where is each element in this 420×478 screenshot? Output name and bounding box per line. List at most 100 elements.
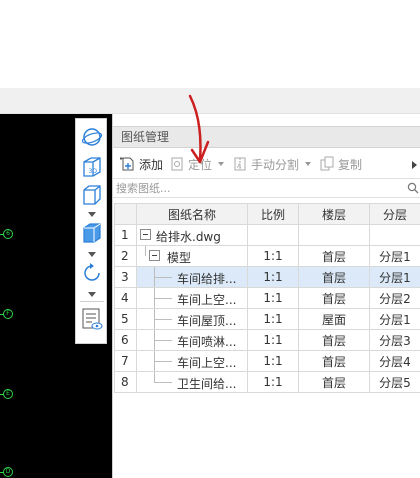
scale-cell: 1:1 [247, 287, 299, 309]
tree-line [154, 319, 172, 320]
table-row-selected[interactable]: 3 车间给排... 1:1 首层 分层1 [114, 266, 420, 288]
search-input[interactable] [116, 180, 401, 196]
column-header-index [114, 203, 137, 225]
axis-marker: D [3, 467, 13, 477]
cube-3d-icon: 3D [83, 157, 101, 177]
table-row[interactable]: 5 车间屋顶... 1:1 屋面 分层1 [114, 308, 420, 330]
scale-cell: 1:1 [247, 329, 299, 351]
column-header-scale[interactable]: 比例 [247, 203, 299, 225]
split-icon: A [234, 157, 246, 171]
tree-line [154, 361, 172, 362]
scale-cell: 1:1 [247, 245, 299, 267]
chevron-right-icon [412, 161, 417, 169]
copy-button[interactable]: 复制 [317, 154, 364, 174]
tree-line [154, 298, 172, 299]
row-number: 8 [114, 371, 137, 393]
drawing-name: 给排水.dwg [156, 230, 221, 244]
table-header-row: 图纸名称 比例 楼层 分层 [114, 203, 420, 225]
axis-marker: 6 [3, 229, 13, 239]
collapse-toggle-icon[interactable] [149, 250, 160, 261]
tree-line [154, 340, 172, 341]
orbit-view-button[interactable] [80, 125, 104, 149]
layer-cell: 分层2 [369, 287, 420, 309]
row-number: 7 [114, 350, 137, 372]
drawing-name-cell[interactable]: 车间屋顶... [136, 308, 248, 330]
layer-cell [369, 224, 420, 246]
add-label: 添加 [139, 157, 164, 172]
search-icon[interactable] [407, 182, 419, 194]
caret-down-icon [305, 162, 312, 166]
scale-cell: 1:1 [247, 371, 299, 393]
manual-split-dropdown[interactable] [303, 154, 313, 174]
table-row[interactable]: 6 车间喷淋... 1:1 首层 分层3 [114, 329, 420, 351]
orbit-icon [81, 128, 103, 146]
rotate-icon [84, 263, 100, 281]
floor-cell [298, 224, 370, 246]
solid-cube-icon [83, 223, 101, 243]
solid-view-dropdown[interactable] [88, 251, 96, 257]
rotate-view-dropdown[interactable] [88, 291, 96, 297]
floor-cell: 首层 [298, 245, 370, 267]
view-box-button[interactable] [80, 183, 104, 207]
copy-label: 复制 [338, 157, 363, 172]
drawing-name-cell[interactable]: 给排水.dwg [136, 224, 248, 246]
layer-cell: 分层1 [369, 308, 420, 330]
scale-cell: 1:1 [247, 308, 299, 330]
drawing-name-cell[interactable]: 车间上空... [136, 350, 248, 372]
drawing-name-cell[interactable]: 车间喷淋... [136, 329, 248, 351]
table-row[interactable]: 4 车间上空... 1:1 首层 分层2 [114, 287, 420, 309]
table-row[interactable]: 8 卫生间给... 1:1 首层 分层5 [114, 371, 420, 393]
floor-cell: 首层 [298, 287, 370, 309]
rotate-view-button[interactable] [80, 261, 104, 285]
table-row[interactable]: 1 给排水.dwg [114, 224, 420, 246]
drawing-name-cell[interactable]: 车间给排... [136, 266, 248, 288]
drawing-name: 车间给排... [177, 272, 237, 286]
table-row[interactable]: 7 车间上空... 1:1 首层 分层4 [114, 350, 420, 372]
drawing-management-panel: 图纸管理 添加 定位 A 手动分割 复制 搜索图纸... 图纸名称 比例 楼层 … [112, 114, 420, 478]
floor-cell: 屋面 [298, 308, 370, 330]
row-number: 5 [114, 308, 137, 330]
row-number: 2 [114, 245, 137, 267]
row-number: 6 [114, 329, 137, 351]
toolbar-divider [80, 301, 104, 302]
solid-view-button[interactable] [80, 221, 104, 245]
row-number: 1 [114, 224, 137, 246]
column-header-floor[interactable]: 楼层 [298, 203, 370, 225]
column-header-layer[interactable]: 分层 [369, 203, 420, 225]
view-3d-button[interactable]: 3D [80, 155, 104, 179]
drawing-name-cell[interactable]: 卫生间给... [136, 371, 248, 393]
floor-cell: 首层 [298, 329, 370, 351]
box-view-icon [83, 185, 101, 205]
row-number: 3 [114, 266, 137, 288]
collapse-toggle-icon[interactable] [140, 229, 151, 240]
toolbar-overflow-button[interactable] [412, 158, 417, 172]
add-button[interactable]: 添加 [118, 154, 165, 174]
manual-split-button[interactable]: A 手动分割 [230, 154, 301, 174]
caret-down-icon [88, 251, 96, 257]
app-window: 6 F E D 3D 图纸管理 添加 定位 A 手动分割 复制 搜索图纸... … [0, 0, 420, 478]
layer-cell: 分层4 [369, 350, 420, 372]
layer-visibility-button[interactable] [80, 307, 104, 331]
column-header-name[interactable]: 图纸名称 [136, 203, 248, 225]
floor-cell: 首层 [298, 371, 370, 393]
floor-cell: 首层 [298, 350, 370, 372]
layer-cell: 分层1 [369, 245, 420, 267]
search-bar [113, 178, 420, 198]
caret-down-icon [88, 211, 96, 217]
tree-line [154, 277, 172, 278]
drawing-name-cell[interactable]: 模型 [136, 245, 248, 267]
table-row[interactable]: 2 模型 1:1 首层 分层1 [114, 245, 420, 267]
list-eye-icon [82, 308, 103, 330]
view-toolbar: 3D [75, 118, 107, 344]
drawing-name-cell[interactable]: 车间上空... [136, 287, 248, 309]
drawing-name: 车间上空... [177, 293, 237, 307]
scale-cell [247, 224, 299, 246]
panel-title: 图纸管理 [113, 126, 420, 148]
row-number: 4 [114, 287, 137, 309]
layer-cell: 分层5 [369, 371, 420, 393]
view-box-dropdown[interactable] [88, 211, 96, 217]
drawing-name: 车间喷淋... [177, 335, 237, 349]
drawing-name: 卫生间给... [177, 377, 237, 391]
top-blank-area [0, 0, 420, 88]
floor-cell: 首层 [298, 266, 370, 288]
